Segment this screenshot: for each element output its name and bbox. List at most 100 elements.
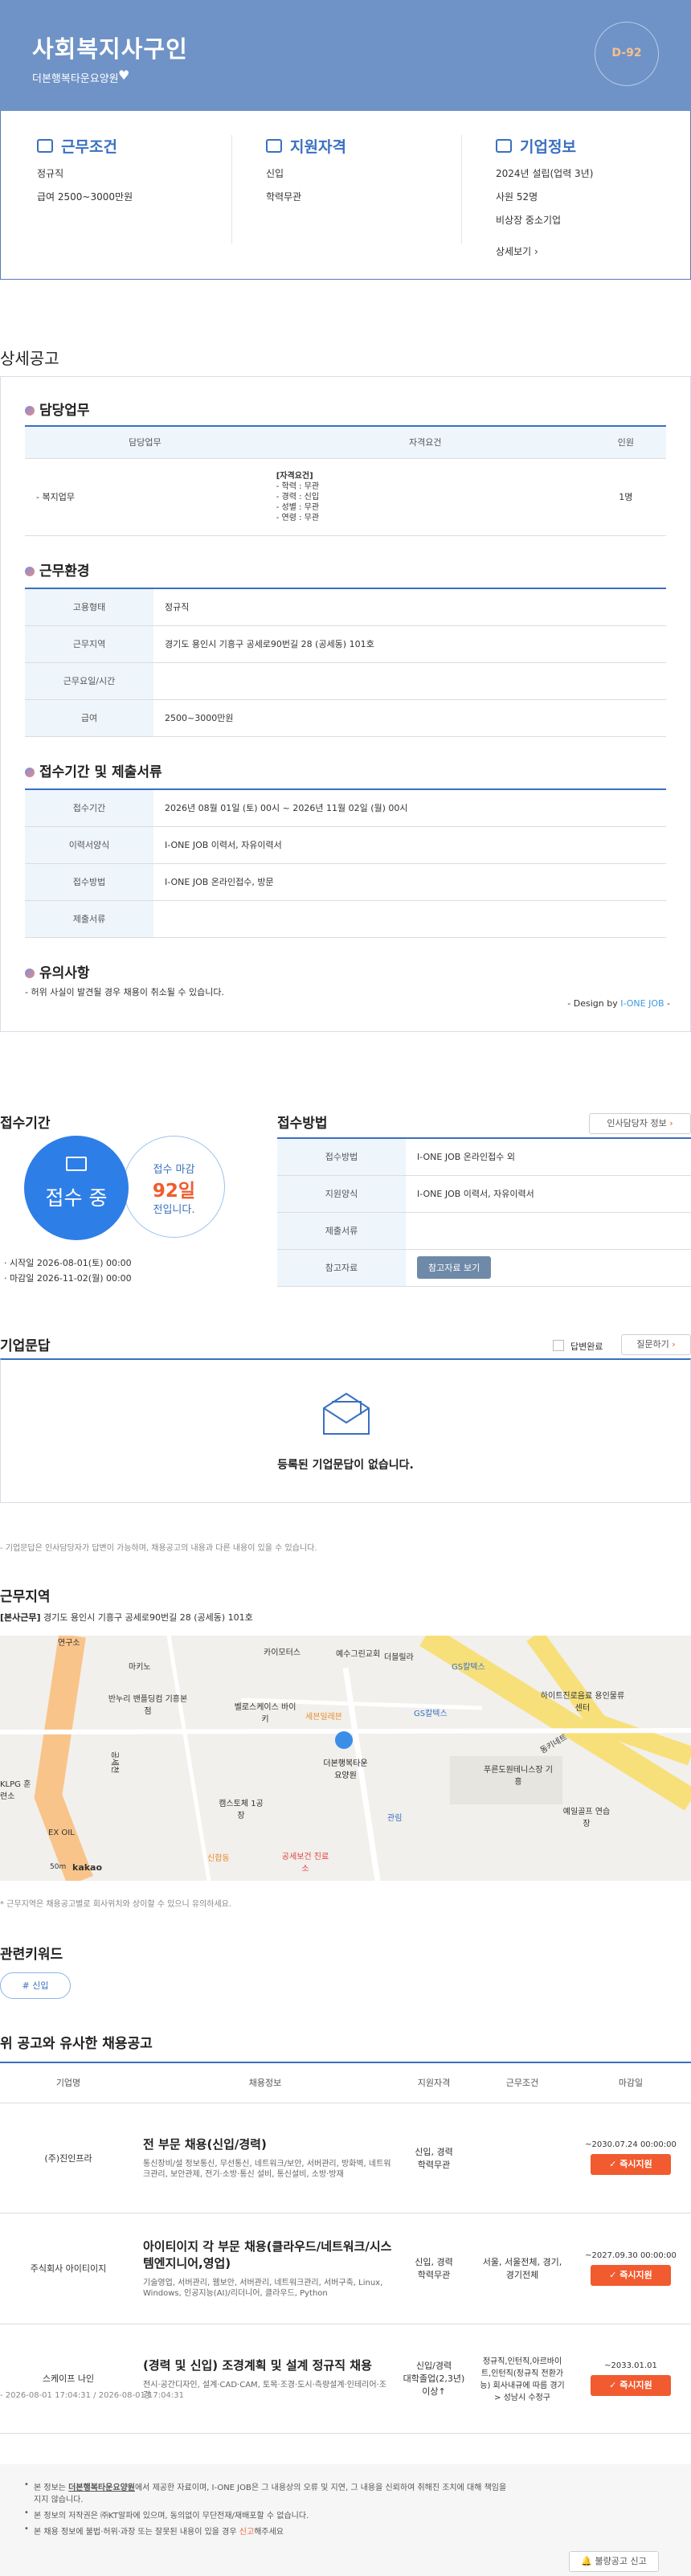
row-company[interactable]: 주식회사 아이티이지 [0, 2213, 137, 2324]
notice-text: - 허위 사실이 발견될 경우 채용이 취소될 수 있습니다. [25, 987, 224, 997]
map-scale: 50m [50, 1863, 67, 1871]
col-info: 채용정보 [137, 2062, 394, 2103]
report-button[interactable]: 🔔 불량공고 신고 [569, 2551, 659, 2572]
row-desc: 통신장비/설 정보통신, 무선통신, 네트워크/보안, 서버관리, 방화벽, 네… [143, 2160, 391, 2179]
notice-heading: 유의사항 [25, 961, 90, 981]
ask-button[interactable]: 질문하기 › [621, 1334, 691, 1355]
salary: 급여 2500~3000만원 [37, 191, 133, 203]
chevron-right-icon: › [669, 1118, 673, 1128]
company-name-link[interactable]: 더본행복타운요양원 [32, 70, 119, 85]
job-title: 사회복지사구인 [32, 35, 188, 63]
location-map[interactable]: 연구소 마키노 카이모터스 예수그린교회 더블릴라 GS칼텍스 반누리 밴플딩컴… [0, 1636, 691, 1881]
disclaimer-3: 본 채용 정보에 불법·허위·과장 또는 잘못된 내용이 있을 경우 신고해주세… [22, 2525, 513, 2537]
envelope-icon [323, 1392, 370, 1435]
row-qual: 신입, 경력 학력무관 [394, 2213, 474, 2324]
deadline-label: 접수 마감 [153, 1164, 195, 1176]
row-cond: 정규직,인턴직,아르바이트,인턴직(정규직 전환가능) 회사내규에 따름 경기>… [474, 2324, 570, 2434]
duty-count: 1명 [585, 458, 666, 536]
conditions-heading: 근무조건 [61, 138, 117, 156]
building-icon [496, 139, 512, 153]
col-deadline: 마감일 [570, 2062, 691, 2103]
kakao-logo: kakao [72, 1862, 103, 1873]
duty-heading: 담당업무 [25, 399, 90, 419]
count-col-header: 인원 [585, 425, 666, 459]
employment-type: 정규직 [37, 168, 64, 179]
employees: 사원 52명 [496, 191, 538, 203]
row-desc: 기술영업, 서버관리, 웹보안, 서버관리, 네트워크관리, 서버구축, Lin… [143, 2279, 383, 2298]
dday-badge: D-92 [595, 22, 659, 86]
education: 학력무관 [266, 191, 302, 203]
conditions-panel: 근무조건 정규직 급여 2500~3000만원 [37, 135, 133, 203]
table-row: (주)진인프라 전 부문 채용(신입/경력) 통신장비/설 정보통신, 무선통신,… [0, 2103, 691, 2214]
detail-heading: 상세공고 [0, 349, 59, 368]
keyword-tag[interactable]: # 신입 [0, 1972, 71, 1999]
duty-task: - 복지업무 [25, 458, 265, 536]
disclaimer-2: 본 정보의 저작권은 ㈜KT알파에 있으며, 동의없이 무단전재/재배포할 수 … [22, 2508, 513, 2521]
col-cond: 근무조건 [474, 2062, 570, 2103]
location-address: [본사근무] 경기도 용인시 기흥구 공세로90번길 28 (공세동) 101호 [0, 1612, 253, 1623]
similar-heading: 위 공고와 유사한 채용공고 [0, 2036, 153, 2052]
experience: 신입 [266, 168, 284, 179]
heart-icon[interactable]: ♥ [118, 68, 129, 83]
divider [461, 135, 462, 244]
row-title[interactable]: (경력 및 신입) 조경계획 및 설계 정규직 채용 [143, 2357, 394, 2373]
period-table: 접수기간 2026년 08월 01일 (토) 00시 ~ 2026년 11월 02… [25, 788, 666, 938]
bullet-icon [25, 768, 35, 777]
ref-material-button[interactable]: 참고자료 보기 [417, 1256, 492, 1279]
dday-text: D-92 [611, 47, 642, 59]
apply-now-button[interactable]: ✓ 즉시지원 [591, 2374, 671, 2396]
apply-now-button[interactable]: ✓ 즉시지원 [591, 2154, 671, 2175]
row-qual: 신입, 경력 학력무관 [394, 2103, 474, 2214]
company-detail-link[interactable]: 상세보기 › [496, 244, 593, 258]
row-deadline: ~2033.01.01 [604, 2361, 657, 2370]
deadline-circle: 접수 마감 92일 전입니다. [123, 1136, 225, 1238]
location-heading: 근무지역 [0, 1589, 51, 1605]
bullet-icon [25, 567, 35, 576]
duty-table: 담당업무 자격요건 인원 - 복지업무 [자격요건] - 학력 : 무관 - 경력 : … [25, 425, 666, 536]
method-heading: 접수방법 [277, 1116, 328, 1132]
table-row: 스케이프 나인 (경력 및 신입) 조경계획 및 설계 정규직 채용 전시·공간디… [0, 2324, 691, 2434]
row-title[interactable]: 아이티이지 각 부문 채용(클라우드/네트워크/시스템엔지니어,영업) [143, 2238, 394, 2271]
answered-label: 답변완료 [570, 1341, 603, 1352]
location-note: * 근무지역은 채용공고별로 회사위치와 상이할 수 있으니 유의하세요. [0, 1900, 232, 1909]
company-panel: 기업정보 2024년 설립(업력 3년) 사원 52명 비상장 중소기업 상세보… [496, 135, 593, 258]
col-company: 기업명 [0, 2062, 137, 2103]
row-cond [474, 2103, 570, 2214]
duty-reqs: [자격요건] - 학력 : 무관 - 경력 : 신입 - 성별 : 무관 - 연령 : … [264, 458, 586, 536]
disclaimer: 본 정보는 더본행복타운요양원에서 제공한 자료이며, I-ONE JOB은 그… [0, 2464, 691, 2576]
period-heading: 접수기간 및 제출서류 [25, 760, 162, 780]
qualification-panel: 지원자격 신입 학력무관 [266, 135, 346, 203]
qa-note: - 기업문답은 인사담당자가 답변이 가능하며, 채용공고의 내용과 다른 내용… [0, 1544, 317, 1553]
status-text: 접수 중 [45, 1186, 108, 1210]
manager-info-button[interactable]: 인사담당자 정보 › [589, 1113, 691, 1134]
row-title[interactable]: 전 부문 채용(신입/경력) [143, 2136, 394, 2152]
env-heading: 근무환경 [25, 559, 90, 579]
row-deadline: ~2027.09.30 00:00:00 [585, 2250, 677, 2260]
keywords-heading: 관련키워드 [0, 1947, 63, 1963]
answered-checkbox[interactable] [553, 1340, 564, 1351]
qa-empty-text: 등록된 기업문답이 없습니다. [277, 1459, 414, 1472]
row-deadline: ~2030.07.24 00:00:00 [585, 2140, 677, 2149]
similar-jobs-table: 기업명 채용정보 지원자격 근무조건 마감일 (주)진인프라 전 부문 채용(신… [0, 2062, 691, 2434]
start-date: · 시작일 2026-08-01(토) 00:00 [4, 1258, 132, 1268]
row-company[interactable]: 스케이프 나인 [0, 2324, 137, 2434]
table-row: 주식회사 아이티이지 아이티이지 각 부문 채용(클라우드/네트워크/시스템엔지… [0, 2213, 691, 2324]
briefcase-icon [37, 139, 53, 153]
map-pin-label: 더본행복타운 요양원 [323, 1759, 368, 1780]
row-cond: 서울, 서울전체, 경기, 경기전체 [474, 2213, 570, 2324]
job-summary: 근무조건 정규직 급여 2500~3000만원 지원자격 신입 학력무관 기업정… [0, 111, 691, 280]
qa-box: 등록된 기업문답이 없습니다. [0, 1358, 691, 1503]
apply-heading: 접수기간 [0, 1116, 51, 1132]
divider [231, 135, 232, 244]
qualification-heading: 지원자격 [290, 138, 346, 156]
row-qual: 신입/경력 대학졸업(2,3년) 이상↑ [394, 2324, 474, 2434]
apply-now-button[interactable]: ✓ 즉시지원 [591, 2264, 671, 2286]
disclaimer-1: 본 정보는 더본행복타운요양원에서 제공한 자료이며, I-ONE JOB은 그… [22, 2480, 513, 2504]
row-company[interactable]: (주)진인프라 [0, 2103, 137, 2214]
design-credit: - Design by I-ONE JOB - [567, 998, 670, 1009]
detail-box: 담당업무 담당업무 자격요건 인원 - 복지업무 [자격요건] - 학력 : 무관 - … [0, 376, 691, 1032]
days-left: 92일 [152, 1181, 196, 1202]
env-table: 고용형태 정규직 근무지역 경기도 용인시 기흥구 공세로90번길 28 (공세동)… [25, 588, 666, 737]
end-date: · 마감일 2026-11-02(월) 00:00 [4, 1273, 132, 1284]
book-icon [66, 1157, 87, 1171]
